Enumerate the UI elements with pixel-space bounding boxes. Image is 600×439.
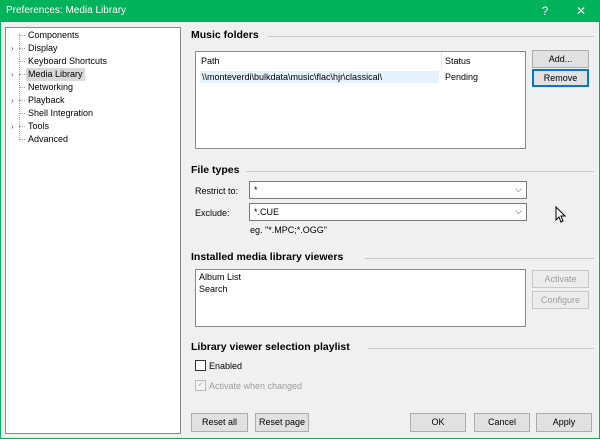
tree-item-playback[interactable]: › Playback: [6, 94, 176, 107]
column-header-path[interactable]: Path: [201, 56, 220, 66]
tree-item-tools[interactable]: › Tools: [6, 120, 176, 133]
file-types-heading: File types: [191, 164, 240, 176]
restrict-to-value: *: [254, 185, 258, 195]
column-header-status[interactable]: Status: [445, 56, 471, 66]
table-row[interactable]: \\monteverdi\bulkdata\music\flac\hjr\cla…: [197, 69, 524, 83]
chevron-right-icon[interactable]: ›: [11, 120, 14, 133]
configure-viewer-button[interactable]: Configure: [532, 291, 589, 309]
music-folders-heading: Music folders: [191, 29, 259, 41]
viewers-list[interactable]: Album List Search: [195, 269, 526, 327]
ok-button[interactable]: OK: [410, 413, 466, 432]
chevron-down-icon[interactable]: ⌵: [515, 206, 522, 217]
activate-when-changed-label[interactable]: Activate when changed: [209, 381, 302, 391]
tree-item-label: Keyboard Shortcuts: [28, 56, 108, 66]
chevron-right-icon[interactable]: ›: [11, 94, 14, 107]
tree-item-label: Components: [28, 30, 80, 40]
column-divider: [441, 52, 442, 69]
section-divider: [365, 258, 594, 259]
list-item[interactable]: Search: [199, 284, 228, 294]
list-item[interactable]: Album List: [199, 272, 241, 282]
tree-item-label: Media Library: [26, 68, 85, 81]
help-button[interactable]: ?: [530, 0, 560, 22]
activate-viewer-button[interactable]: Activate: [532, 270, 589, 288]
chevron-right-icon[interactable]: ›: [11, 42, 14, 55]
apply-button[interactable]: Apply: [536, 413, 592, 432]
title-bar: Preferences: Media Library ? ✕: [0, 0, 600, 22]
tree-item-label: Advanced: [28, 134, 69, 144]
folder-path-cell: \\monteverdi\bulkdata\music\flac\hjr\cla…: [200, 71, 439, 83]
chevron-down-icon[interactable]: ⌵: [515, 184, 522, 195]
section-divider: [368, 348, 594, 349]
tree-item-label: Display: [28, 43, 58, 53]
folder-status-cell: Pending: [445, 72, 479, 82]
tree-item-shell-integration[interactable]: Shell Integration: [6, 107, 176, 120]
mouse-cursor-icon: [555, 206, 567, 223]
reset-all-button[interactable]: Reset all: [191, 413, 248, 432]
exclude-combobox[interactable]: *.CUE ⌵: [249, 203, 527, 221]
tree-item-keyboard-shortcuts[interactable]: Keyboard Shortcuts: [6, 55, 176, 68]
tree-item-advanced[interactable]: Advanced: [6, 133, 176, 146]
viewers-heading: Installed media library viewers: [191, 251, 344, 263]
enabled-checkbox[interactable]: [195, 360, 206, 371]
activate-when-changed-checkbox[interactable]: ✓: [195, 379, 206, 391]
checkmark-icon: ✓: [197, 379, 205, 389]
chevron-right-icon[interactable]: ›: [11, 68, 14, 81]
preferences-tree[interactable]: Components › Display Keyboard Shortcuts …: [5, 27, 181, 434]
restrict-to-combobox[interactable]: * ⌵: [249, 181, 527, 199]
tree-item-label: Shell Integration: [28, 108, 94, 118]
cancel-button[interactable]: Cancel: [474, 413, 530, 432]
close-button[interactable]: ✕: [566, 0, 596, 22]
tree-item-networking[interactable]: Networking: [6, 81, 176, 94]
playlist-heading: Library viewer selection playlist: [191, 341, 350, 353]
enabled-label[interactable]: Enabled: [209, 361, 242, 371]
add-folder-button[interactable]: Add...: [532, 50, 589, 68]
exclude-label: Exclude:: [195, 208, 230, 218]
reset-page-button[interactable]: Reset page: [255, 413, 309, 432]
tree-item-label: Networking: [28, 82, 74, 92]
tree-item-label: Playback: [28, 95, 65, 105]
exclude-hint: eg. "*.MPC;*.OGG": [250, 225, 327, 235]
section-divider: [268, 36, 594, 37]
music-folders-list[interactable]: Path Status \\monteverdi\bulkdata\music\…: [195, 51, 526, 149]
tree-item-label: Tools: [28, 121, 50, 131]
exclude-value: *.CUE: [254, 207, 280, 217]
remove-folder-button[interactable]: Remove: [532, 69, 589, 87]
section-divider: [246, 171, 594, 172]
tree-item-components[interactable]: Components: [6, 29, 176, 42]
restrict-to-label: Restrict to:: [195, 186, 239, 196]
window-title: Preferences: Media Library: [6, 5, 127, 16]
tree-item-display[interactable]: › Display: [6, 42, 176, 55]
tree-item-media-library[interactable]: › Media Library: [6, 68, 176, 81]
